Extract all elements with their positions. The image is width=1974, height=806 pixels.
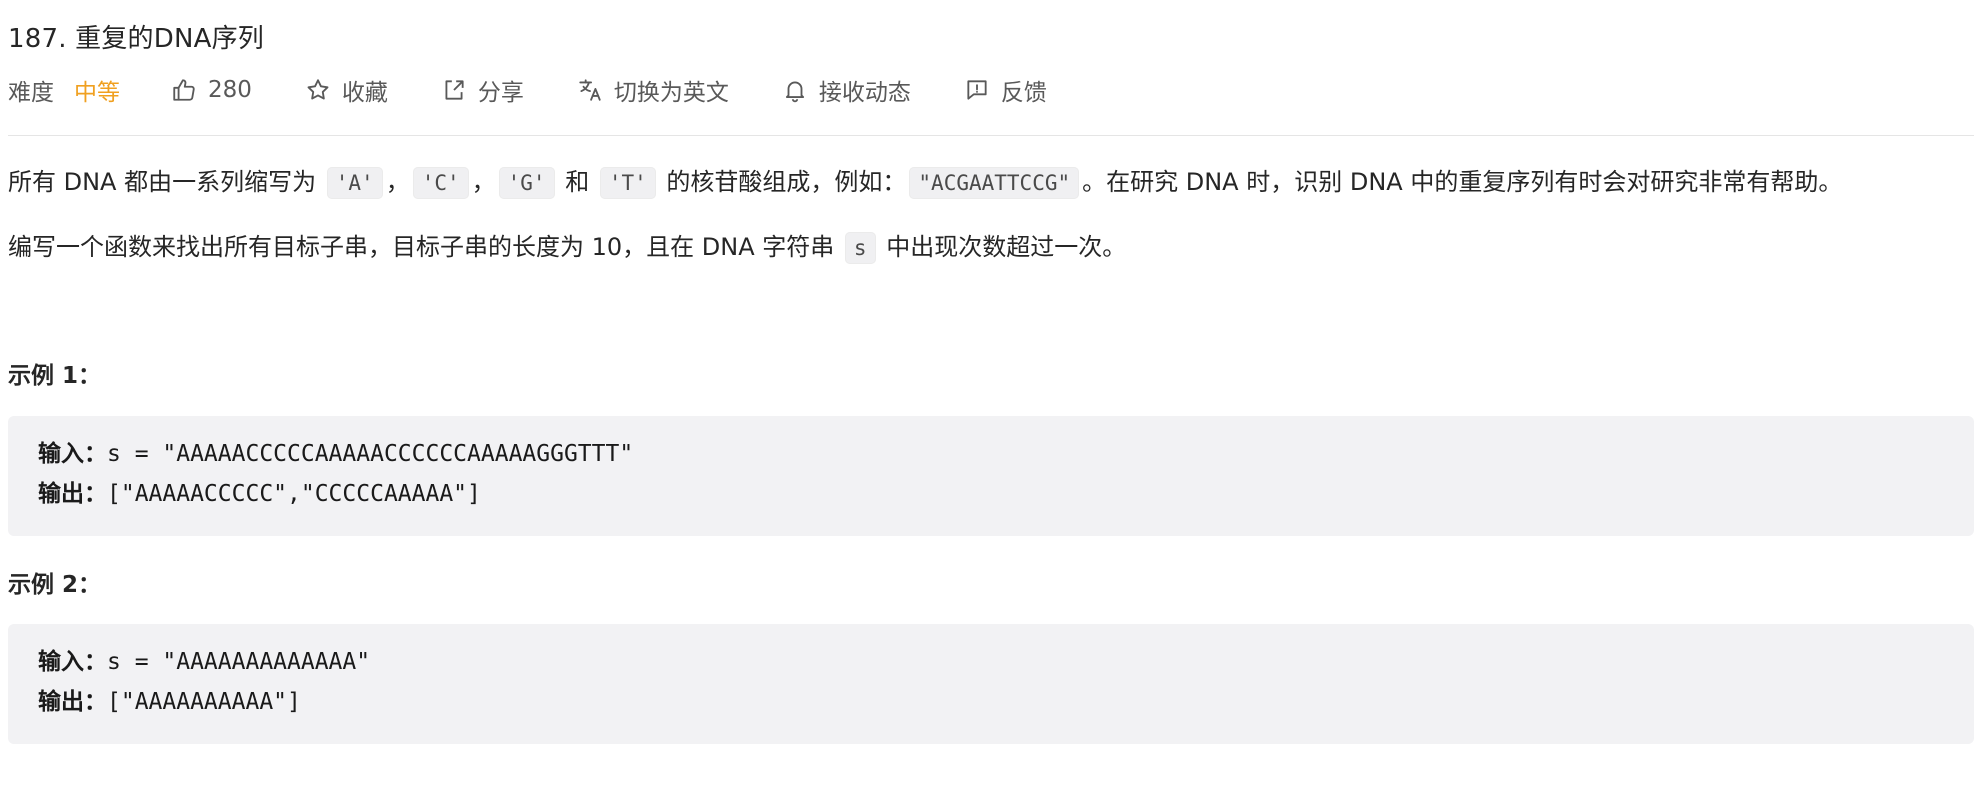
like-button[interactable]: 280: [170, 76, 252, 104]
output-label: 输出：: [38, 689, 107, 715]
translate-button[interactable]: 切换为英文: [576, 73, 729, 107]
example-input-line: 输入：s = "AAAAACCCCCAAAAACCCCCCAAAAAGGGTTT…: [38, 434, 1974, 474]
description-paragraph-2: 编写一个函数来找出所有目标子串，目标子串的长度为 10，且在 DNA 字符串 s…: [8, 227, 1126, 268]
desc-text: 和: [557, 168, 597, 196]
inline-code: 'G': [498, 167, 555, 199]
desc-text: 所有 DNA 都由一系列缩写为: [8, 168, 324, 196]
inline-code: 'T': [599, 167, 656, 199]
example-output-line: 输出：["AAAAAAAAAA"]: [38, 682, 1974, 722]
inline-code: 'C': [412, 167, 469, 199]
subscribe-label: 接收动态: [818, 80, 911, 106]
translate-icon: [576, 76, 604, 104]
feedback-button[interactable]: 反馈: [963, 73, 1047, 107]
output-value: ["AAAAAAAAAA"]: [107, 689, 301, 715]
inline-code: s: [844, 232, 876, 264]
inline-code: "ACGAATTCCG": [909, 167, 1080, 199]
description-paragraph-1: 所有 DNA 都由一系列缩写为 'A'， 'C'， 'G' 和 'T' 的核苷酸组成…: [8, 162, 1842, 203]
problem-title: 187. 重复的DNA序列: [8, 24, 265, 54]
feedback-label: 反馈: [1000, 80, 1047, 106]
like-count: 280: [208, 77, 252, 103]
desc-text: ，: [471, 168, 496, 196]
favorite-label: 收藏: [341, 80, 388, 106]
thumbs-up-icon: [170, 76, 198, 104]
share-icon: [440, 76, 468, 104]
difficulty-label: 难度: [8, 80, 54, 106]
desc-text: 。在研究 DNA 时，识别 DNA 中的重复序列有时会对研究非常有帮助。: [1082, 168, 1843, 196]
desc-text: 中出现次数超过一次。: [878, 233, 1127, 261]
feedback-icon: [963, 76, 991, 104]
input-label: 输入：: [38, 441, 107, 467]
inline-code: 'A': [326, 167, 383, 199]
share-button[interactable]: 分享: [440, 73, 524, 107]
output-value: ["AAAAACCCCC","CCCCCAAAAA"]: [107, 481, 481, 507]
example-heading: 示例 2：: [8, 572, 102, 598]
share-label: 分享: [477, 80, 524, 106]
example-code-block: 输入：s = "AAAAAAAAAAAAA" 输出：["AAAAAAAAAA"]: [8, 624, 1974, 744]
input-value: s = "AAAAAAAAAAAAA": [107, 649, 371, 675]
desc-text: 的核苷酸组成，例如：: [658, 168, 907, 196]
subscribe-button[interactable]: 接收动态: [781, 73, 911, 107]
translate-label: 切换为英文: [613, 80, 729, 106]
star-icon: [304, 76, 332, 104]
example-input-line: 输入：s = "AAAAAAAAAAAAA": [38, 642, 1974, 682]
problem-meta-bar: 难度 中等 280 收藏 分享 切换为英文 接收动态 反馈: [8, 72, 1047, 108]
favorite-button[interactable]: 收藏: [304, 73, 388, 107]
input-value: s = "AAAAACCCCCAAAAACCCCCCAAAAAGGGTTT": [107, 441, 634, 467]
difficulty-badge: 中等: [74, 80, 120, 106]
problem-page: 187. 重复的DNA序列 难度 中等 280 收藏 分享 切换为英文 接收动态…: [0, 0, 1974, 806]
desc-text: 编写一个函数来找出所有目标子串，目标子串的长度为 10，且在 DNA 字符串: [8, 233, 842, 261]
bell-icon: [781, 76, 809, 104]
input-label: 输入：: [38, 649, 107, 675]
desc-text: ，: [385, 168, 410, 196]
example-code-block: 输入：s = "AAAAACCCCCAAAAACCCCCCAAAAAGGGTTT…: [8, 416, 1974, 536]
header-divider: [8, 135, 1974, 136]
example-output-line: 输出：["AAAAACCCCC","CCCCCAAAAA"]: [38, 474, 1974, 514]
output-label: 输出：: [38, 481, 107, 507]
example-heading: 示例 1：: [8, 363, 102, 389]
